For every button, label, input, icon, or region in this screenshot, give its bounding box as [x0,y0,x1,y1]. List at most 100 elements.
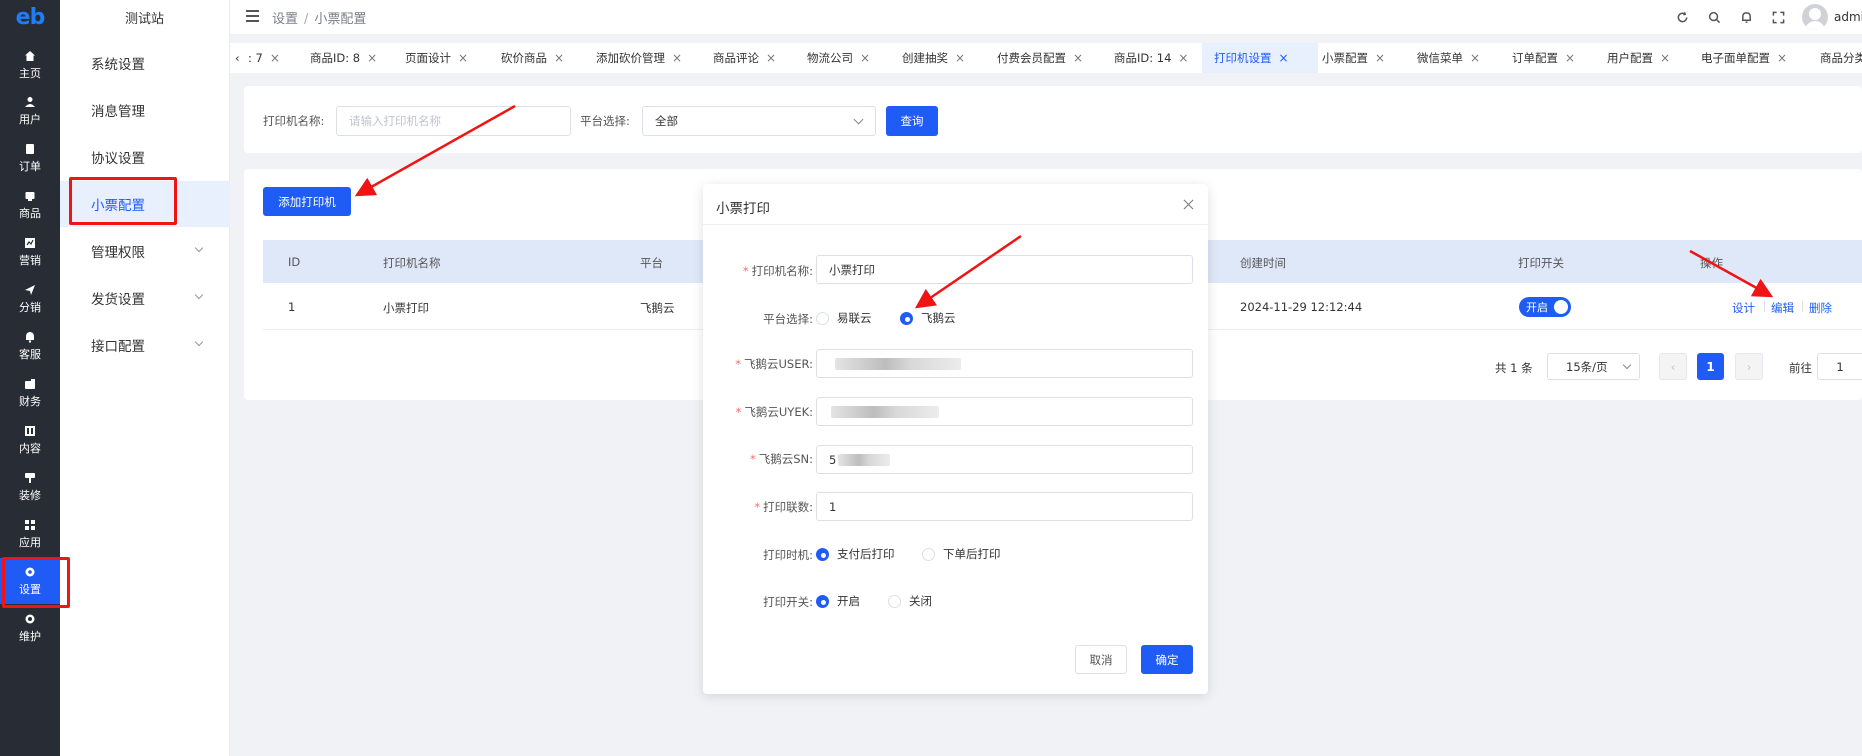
close-icon[interactable]: × [1279,51,1289,65]
menu-toggle-icon[interactable] [246,10,259,22]
tab-label: 物流公司 [807,51,853,65]
next-page-button[interactable]: › [1735,353,1763,380]
query-button[interactable]: 查询 [886,106,938,136]
page-size-select[interactable]: 15条/页 [1547,353,1640,380]
radio-label: 开启 [837,594,860,608]
tab-item[interactable]: 商品评论 × [713,43,776,73]
print-time-after-pay-radio[interactable]: 支付后打印 [816,546,895,562]
close-icon[interactable]: × [1375,51,1385,65]
chevron-left-icon: ‹ [235,51,240,65]
tab-scroll-left[interactable]: ‹ [235,43,240,73]
refresh-icon[interactable] [1666,0,1698,34]
add-printer-button[interactable]: 添加打印机 [263,187,351,216]
nav-label: 订单 [19,159,41,173]
close-icon[interactable]: × [672,51,682,65]
nav-item-apps[interactable]: 应用 [0,511,60,557]
submenu-agreement-settings[interactable]: 协议设置 [60,134,230,180]
finance-icon [24,378,36,390]
submenu-shipping-settings[interactable]: 发货设置 [60,275,230,321]
close-icon[interactable]: × [458,51,468,65]
submenu-system-settings[interactable]: 系统设置 [60,40,230,86]
admin-name[interactable]: admin [1834,10,1862,24]
print-switch-on-radio[interactable]: 开启 [816,593,860,609]
search-icon[interactable] [1698,0,1730,34]
tab-item[interactable]: 添加砍价管理 × [596,43,682,73]
tab-item[interactable]: 商品ID: 8 × [310,43,377,73]
nav-item-order[interactable]: 订单 [0,135,60,181]
prev-page-button[interactable]: ‹ [1659,353,1687,380]
close-icon[interactable]: × [367,51,377,65]
close-icon[interactable] [1182,198,1195,211]
nav-item-user[interactable]: 用户 [0,88,60,134]
chevron-down-icon [853,114,864,125]
tab-item[interactable]: 微信菜单 × [1417,43,1480,73]
cancel-button[interactable]: 取消 [1075,645,1127,674]
bell-icon[interactable] [1730,0,1762,34]
feieyun-sn-input[interactable]: 5 [816,445,1193,474]
printer-name-search-input[interactable]: 请输入打印机名称 [336,106,571,136]
radio-label: 易联云 [837,311,872,325]
close-icon[interactable]: × [1073,51,1083,65]
edit-link[interactable]: 编辑 [1771,300,1794,316]
fullscreen-icon[interactable] [1762,0,1794,34]
print-switch-toggle[interactable]: 开启 [1519,297,1571,317]
close-icon[interactable]: × [1565,51,1575,65]
tab-item[interactable]: 订单配置 × [1512,43,1575,73]
design-link[interactable]: 设计 [1732,300,1755,316]
close-icon[interactable]: × [554,51,564,65]
nav-item-distribution[interactable]: 分销 [0,276,60,322]
close-icon[interactable]: × [1470,51,1480,65]
close-icon[interactable]: × [860,51,870,65]
submenu-permissions[interactable]: 管理权限 [60,228,230,274]
print-time-after-order-radio[interactable]: 下单后打印 [922,546,1001,562]
tab-printer-settings[interactable]: 打印机设置 × [1202,43,1318,73]
tab-label: 创建抽奖 [902,51,948,65]
tab-item[interactable]: 付费会员配置 × [997,43,1083,73]
tab-item[interactable]: 小票配置 × [1322,43,1385,73]
close-icon[interactable]: × [766,51,776,65]
platform-radio-feieyun[interactable]: 飞鹅云 [900,310,956,326]
copies-input[interactable]: 1 [816,492,1193,521]
nav-item-content[interactable]: 内容 [0,417,60,463]
nav-item-goods[interactable]: 商品 [0,182,60,228]
close-icon[interactable]: × [1178,51,1188,65]
platform-select[interactable]: 全部 [642,106,876,136]
submenu-message-manage[interactable]: 消息管理 [60,87,230,133]
nav-item-maintain[interactable]: 维护 [0,605,60,651]
tab-item[interactable]: 商品ID: 14 × [1114,43,1188,73]
dialog-title: 小票打印 [716,201,770,217]
distribution-icon [24,284,36,296]
delete-link[interactable]: 删除 [1809,300,1832,316]
nav-item-home[interactable]: 主页 [0,42,60,88]
close-icon[interactable]: × [1777,51,1787,65]
platform-radio-yilianyun[interactable]: 易联云 [816,310,872,326]
nav-item-service[interactable]: 客服 [0,323,60,369]
tab-item[interactable]: 用户配置 × [1607,43,1670,73]
tab-item[interactable]: 商品分类 [1820,43,1862,73]
avatar[interactable] [1802,4,1828,30]
switch-knob [1554,300,1568,314]
tab-label: 商品ID: 8 [310,51,361,65]
printer-name-input[interactable]: 小票打印 [816,255,1193,284]
close-icon[interactable]: × [1660,51,1670,65]
print-switch-off-radio[interactable]: 关闭 [888,593,932,609]
nav-item-marketing[interactable]: 营销 [0,229,60,275]
marketing-icon [24,237,36,249]
confirm-button[interactable]: 确定 [1141,645,1193,674]
tab-item[interactable]: 砍价商品 × [501,43,564,73]
tab-item[interactable]: : 7 × [248,43,280,73]
nav-item-finance[interactable]: 财务 [0,370,60,416]
tab-item[interactable]: 页面设计 × [405,43,468,73]
close-icon[interactable]: × [270,51,280,65]
page-1-button[interactable]: 1 [1697,353,1724,380]
tab-item[interactable]: 创建抽奖 × [902,43,965,73]
tab-item[interactable]: 物流公司 × [807,43,870,73]
submenu-api-config[interactable]: 接口配置 [60,322,230,368]
feieyun-user-input[interactable] [816,349,1193,378]
close-icon[interactable]: × [955,51,965,65]
nav-item-decorate[interactable]: 装修 [0,464,60,510]
feieyun-ukey-input[interactable] [816,397,1193,426]
tab-item[interactable]: 电子面单配置 × [1701,43,1787,73]
breadcrumb-root[interactable]: 设置 [272,12,298,27]
goto-page-input[interactable]: 1 [1817,353,1862,380]
